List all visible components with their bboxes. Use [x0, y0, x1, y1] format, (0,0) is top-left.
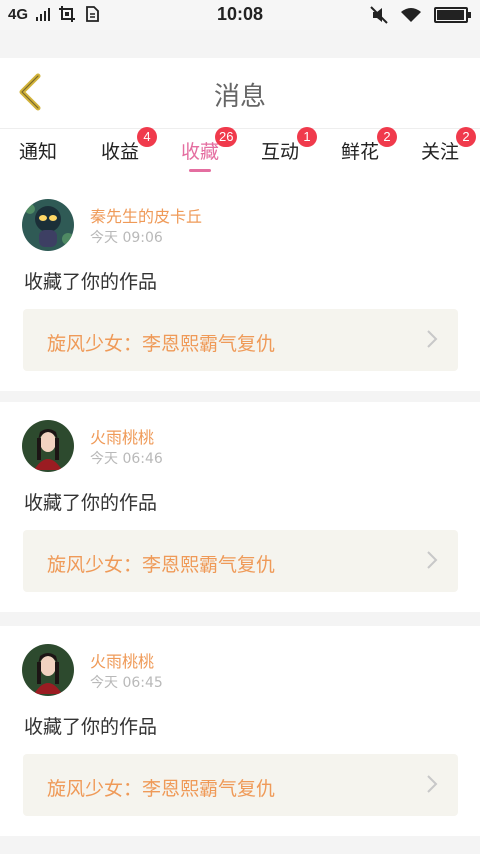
chevron-right-icon: [427, 330, 438, 348]
unread-badge: 2: [377, 127, 397, 147]
tab-follow[interactable]: 关注 2: [421, 127, 476, 164]
tab-label: 互动: [261, 141, 300, 163]
avatar[interactable]: [22, 644, 74, 696]
work-title: 旋风少女：李恩熙霸气复仇: [47, 554, 276, 576]
avatar[interactable]: [22, 199, 74, 251]
action-text: 收藏了你的作品: [24, 271, 158, 293]
tab-label: 收益: [101, 141, 140, 163]
avatar[interactable]: [22, 420, 74, 472]
message-card: 秦先生的皮卡丘 今天 09:06 收藏了你的作品 旋风少女：李恩熙霸气复仇: [0, 181, 480, 391]
page-title: 消息: [213, 82, 266, 112]
status-bar: 4G 10:08: [0, 0, 480, 30]
unread-badge: 2: [456, 127, 476, 147]
message-card: 火雨桃桃 今天 06:45 收藏了你的作品 旋风少女：李恩熙霸气复仇: [0, 626, 480, 836]
message-card: 火雨桃桃 今天 06:46 收藏了你的作品 旋风少女：李恩熙霸气复仇: [0, 402, 480, 612]
tab-label: 关注: [421, 141, 460, 163]
action-text: 收藏了你的作品: [24, 716, 158, 738]
username[interactable]: 秦先生的皮卡丘: [90, 203, 202, 227]
status-right: [370, 6, 471, 24]
tab-favorites[interactable]: 收藏 26: [181, 127, 238, 172]
timestamp: 今天 06:46: [90, 451, 163, 467]
active-tab-indicator: [189, 169, 212, 172]
tab-earnings[interactable]: 收益 4: [101, 127, 157, 164]
tab-label: 收藏: [181, 141, 220, 163]
chevron-right-icon: [427, 551, 438, 569]
work-title: 旋风少女：李恩熙霸气复仇: [47, 778, 276, 800]
timestamp: 今天 09:06: [90, 230, 163, 246]
tab-notification[interactable]: 通知: [19, 137, 57, 164]
username[interactable]: 火雨桃桃: [90, 424, 154, 448]
tab-label: 鲜花: [341, 141, 380, 163]
tab-interaction[interactable]: 互动 1: [261, 127, 317, 164]
tab-flowers[interactable]: 鲜花 2: [341, 127, 397, 164]
action-text: 收藏了你的作品: [24, 492, 158, 514]
unread-badge: 26: [215, 127, 238, 147]
username[interactable]: 火雨桃桃: [90, 648, 154, 672]
unread-badge: 4: [137, 127, 157, 147]
battery-icon: [434, 7, 471, 23]
battery-level: [437, 10, 464, 20]
header: 消息: [0, 58, 480, 128]
work-link[interactable]: 旋风少女：李恩熙霸气复仇: [23, 309, 458, 371]
mute-icon: [370, 6, 388, 24]
tab-bar: 通知 收益 4 收藏 26 互动 1 鲜花 2 关注 2: [0, 127, 480, 181]
work-link[interactable]: 旋风少女：李恩熙霸气复仇: [23, 754, 458, 816]
chevron-right-icon: [427, 775, 438, 793]
timestamp: 今天 06:45: [90, 675, 163, 691]
tab-label: 通知: [19, 141, 58, 163]
wifi-icon: [401, 8, 421, 22]
work-link[interactable]: 旋风少女：李恩熙霸气复仇: [23, 530, 458, 592]
unread-badge: 1: [297, 127, 317, 147]
work-title: 旋风少女：李恩熙霸气复仇: [47, 333, 276, 355]
